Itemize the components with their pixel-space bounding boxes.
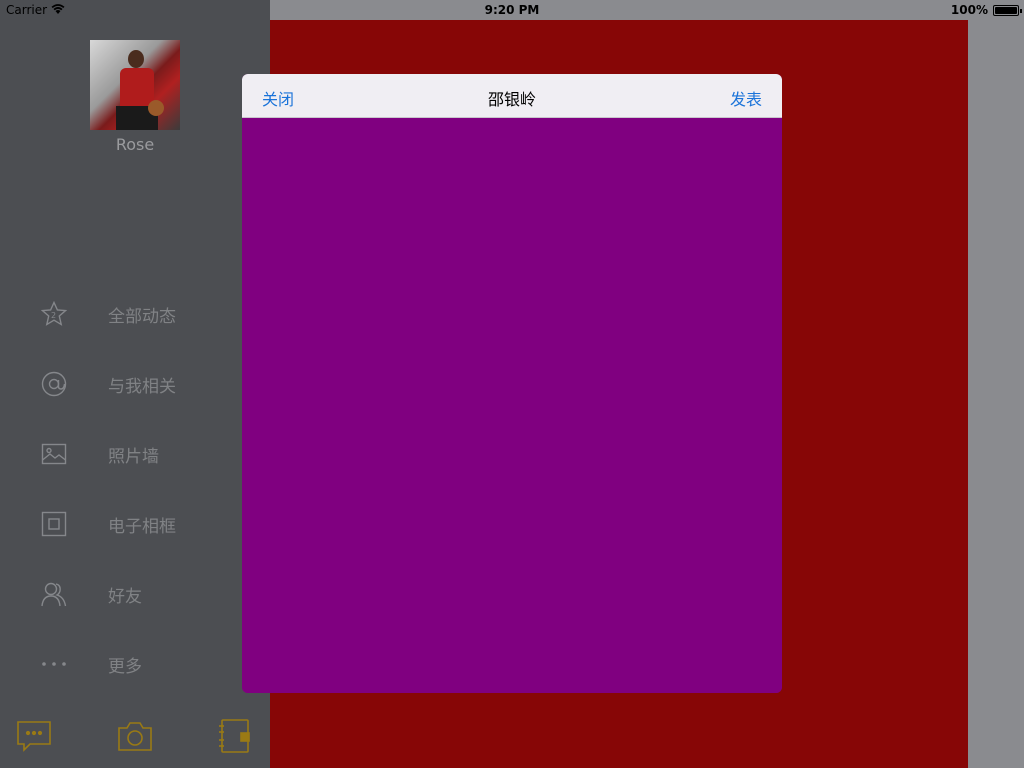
sidebar-item-friends[interactable]: 好友 [0, 558, 270, 628]
sidebar-item-more[interactable]: 更多 [0, 628, 270, 698]
camera-icon[interactable] [117, 718, 153, 754]
sidebar-menu: 2 全部动态 与我相关 照片墙 电子相框 好友 更多 [0, 278, 270, 698]
message-icon[interactable] [16, 718, 52, 754]
contacts-icon[interactable] [218, 718, 254, 754]
battery-icon [993, 5, 1022, 16]
compose-modal: 关闭 邵银岭 发表 [242, 74, 782, 693]
more-icon [41, 651, 67, 677]
sidebar-item-photo-wall[interactable]: 照片墙 [0, 418, 270, 488]
battery-percent: 100% [950, 3, 988, 17]
right-background [968, 20, 1024, 768]
sidebar-item-label: 更多 [108, 657, 142, 677]
status-bar: Carrier 9:20 PM 100% [0, 0, 1024, 20]
friends-icon [41, 581, 67, 607]
picture-icon [41, 441, 67, 467]
frame-icon [41, 511, 67, 537]
sidebar-item-label: 照片墙 [108, 447, 159, 467]
sidebar-item-label: 电子相框 [108, 517, 176, 537]
username: Rose [115, 135, 155, 154]
avatar-head [128, 50, 144, 68]
sidebar-item-related-to-me[interactable]: 与我相关 [0, 348, 270, 418]
modal-header: 关闭 邵银岭 发表 [242, 74, 782, 118]
post-button[interactable]: 发表 [730, 86, 762, 110]
svg-text:2: 2 [51, 311, 56, 320]
sidebar-item-label: 与我相关 [108, 377, 176, 397]
sidebar-item-label: 好友 [108, 587, 142, 607]
close-button[interactable]: 关闭 [262, 86, 294, 110]
modal-body[interactable] [242, 118, 782, 693]
star-icon: 2 [40, 300, 68, 327]
sidebar-item-label: 全部动态 [108, 307, 176, 327]
sidebar-bottom-bar [0, 712, 270, 768]
avatar[interactable] [90, 40, 180, 130]
sidebar: Rose 2 全部动态 与我相关 照片墙 电子相框 好友 更多 [0, 0, 270, 768]
sidebar-item-digital-frame[interactable]: 电子相框 [0, 488, 270, 558]
status-time: 9:20 PM [484, 3, 540, 17]
at-icon [41, 371, 67, 397]
sidebar-item-all-activity[interactable]: 2 全部动态 [0, 278, 270, 348]
modal-title: 邵银岭 [487, 90, 536, 109]
avatar-ball [148, 100, 164, 116]
